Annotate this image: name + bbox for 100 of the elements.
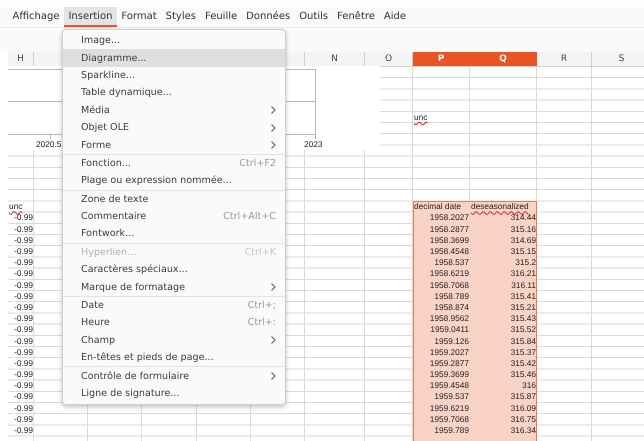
- table-cell: -0.99: [14, 380, 34, 392]
- table-cell: -0.99: [14, 402, 34, 414]
- table-cell: -0.99: [14, 313, 34, 324]
- table-cell: -0.99: [14, 234, 34, 246]
- menu-item[interactable]: Fontwork...: [63, 225, 285, 243]
- menu-item[interactable]: Table dynamique...: [63, 84, 285, 102]
- table-cell: 314.44: [510, 212, 537, 224]
- menu-bar-item[interactable]: Affichage: [8, 7, 64, 27]
- table-cell: -0.99: [14, 302, 34, 314]
- menu-item[interactable]: Heure Ctrl+:: [63, 314, 285, 332]
- menu-item[interactable]: Commentaire Ctrl+Alt+C: [63, 208, 285, 226]
- menu-bar-item[interactable]: Feuille: [200, 7, 242, 27]
- menu-item[interactable]: Diagramme...: [63, 49, 285, 67]
- menu-item[interactable]: Ligne de signature...: [63, 384, 285, 402]
- table-cell: -0.99: [14, 280, 34, 291]
- table-cell: 315.43: [510, 313, 537, 324]
- table-cell: 1959.2027: [430, 346, 470, 358]
- table-cell: -0.99: [14, 257, 34, 268]
- table-cell: 315.16: [510, 224, 537, 235]
- table-cell: 315.87: [510, 391, 537, 403]
- menu-item[interactable]: Média: [63, 102, 285, 119]
- shortcut-label: Ctrl+Alt+C: [223, 211, 276, 222]
- table-cell: 1959.537: [434, 391, 470, 403]
- menu-item[interactable]: Marque de formatage: [63, 278, 285, 296]
- menu-bar-item[interactable]: Insertion: [64, 7, 117, 27]
- table-cell: 1958.2027: [430, 212, 470, 224]
- menu-bar-item[interactable]: Outils: [294, 7, 333, 27]
- table-cell: 1959.126: [434, 336, 470, 347]
- menu-item[interactable]: Date Ctrl+;: [63, 296, 285, 314]
- menu-item[interactable]: Champ: [63, 332, 285, 350]
- table-cell: -0.99: [14, 246, 34, 258]
- shortcut-label: Ctrl+F2: [239, 158, 276, 169]
- menu-item[interactable]: Sparkline...: [63, 66, 285, 84]
- table-cell: 1958.537: [434, 257, 470, 268]
- menu-bar-item[interactable]: Fenêtre: [332, 7, 380, 27]
- table-cell: 315.52: [510, 324, 537, 336]
- table-cell: 315.37: [510, 346, 537, 358]
- table-cell: -0.99: [14, 346, 34, 358]
- table-cell: 315.46: [510, 369, 537, 380]
- table-cell: deseasonalized: [470, 201, 529, 212]
- menu-item[interactable]: Caractères spéciaux...: [63, 261, 285, 278]
- table-cell: 1958.9562: [430, 313, 470, 324]
- table-cell: 315.2: [515, 257, 537, 268]
- table-cell: -0.99: [14, 391, 34, 403]
- column-header[interactable]: P: [413, 52, 470, 66]
- menu-item[interactable]: Fonction... Ctrl+F2: [63, 154, 285, 172]
- table-cell: -0.99: [14, 336, 34, 347]
- table-cell: unc: [8, 201, 22, 212]
- table-cell: 316.11: [511, 280, 537, 291]
- table-cell: 314.69: [510, 234, 537, 246]
- menu-bar-item[interactable]: Styles: [161, 7, 200, 27]
- table-cell: 1958.7068: [430, 280, 470, 291]
- table-cell: -0.99: [14, 212, 34, 224]
- menu-item[interactable]: Zone de texte: [63, 190, 285, 208]
- menu-bar-item[interactable]: Aide: [379, 7, 411, 27]
- table-cell: -0.99: [14, 358, 34, 370]
- table-cell: 1959.7068: [430, 414, 470, 425]
- table-cell: 1959.0411: [430, 324, 470, 336]
- menu-bar-item[interactable]: Données: [242, 7, 295, 27]
- table-cell: 1959.4548: [430, 380, 470, 392]
- table-cell: 1959.6219: [430, 402, 470, 414]
- menu-item[interactable]: Contrôle de formulaire: [63, 367, 285, 385]
- table-cell: decimal date: [413, 201, 462, 212]
- menu-bar-item[interactable]: Format: [116, 7, 162, 27]
- axis-label: 2020.5: [36, 139, 62, 149]
- shortcut-label: Ctrl+:: [248, 317, 276, 328]
- table-cell: 1958.789: [434, 290, 470, 302]
- table-cell: 1958.2877: [430, 224, 470, 235]
- table-cell: -0.99: [14, 324, 34, 336]
- menu-item[interactable]: Forme: [63, 136, 285, 154]
- table-cell: 316: [522, 380, 537, 392]
- menu-item[interactable]: En-têtes et pieds de page...: [63, 349, 285, 366]
- table-cell: unc: [413, 112, 428, 123]
- table-cell: 1959.2877: [430, 358, 470, 370]
- table-cell: 316.21: [510, 268, 537, 280]
- column-header[interactable]: R: [537, 52, 592, 66]
- table-cell: 315.84: [510, 336, 537, 347]
- menu-item[interactable]: Objet OLE: [63, 118, 285, 136]
- table-cell: 315.15: [510, 246, 537, 258]
- column-header[interactable]: S: [592, 52, 644, 66]
- table-cell: 315.41: [510, 290, 537, 302]
- table-cell: -0.99: [14, 414, 34, 425]
- table-cell: 316.09: [510, 402, 537, 414]
- table-cell: 315.21: [510, 302, 537, 314]
- table-cell: 316.34: [510, 425, 537, 436]
- table-cell: 1958.4548: [430, 246, 470, 258]
- table-cell: -0.99: [14, 224, 34, 235]
- table-cell: 316.75: [510, 414, 537, 425]
- table-cell: -0.99: [14, 369, 34, 380]
- table-cell: 1958.6219: [430, 268, 470, 280]
- column-header[interactable]: Q: [470, 52, 537, 66]
- table-cell: 1958.874: [434, 302, 470, 314]
- table-cell: -0.99: [14, 268, 34, 280]
- menu-item[interactable]: Plage ou expression nommée...: [63, 172, 285, 190]
- axis-label: 2023: [304, 139, 322, 149]
- table-cell: -0.99: [14, 425, 34, 436]
- table-cell: 1959.789: [434, 425, 470, 436]
- table-cell: 1959.3699: [430, 369, 470, 380]
- table-cell: -0.99: [14, 290, 34, 302]
- shortcut-label: Ctrl+;: [248, 300, 276, 312]
